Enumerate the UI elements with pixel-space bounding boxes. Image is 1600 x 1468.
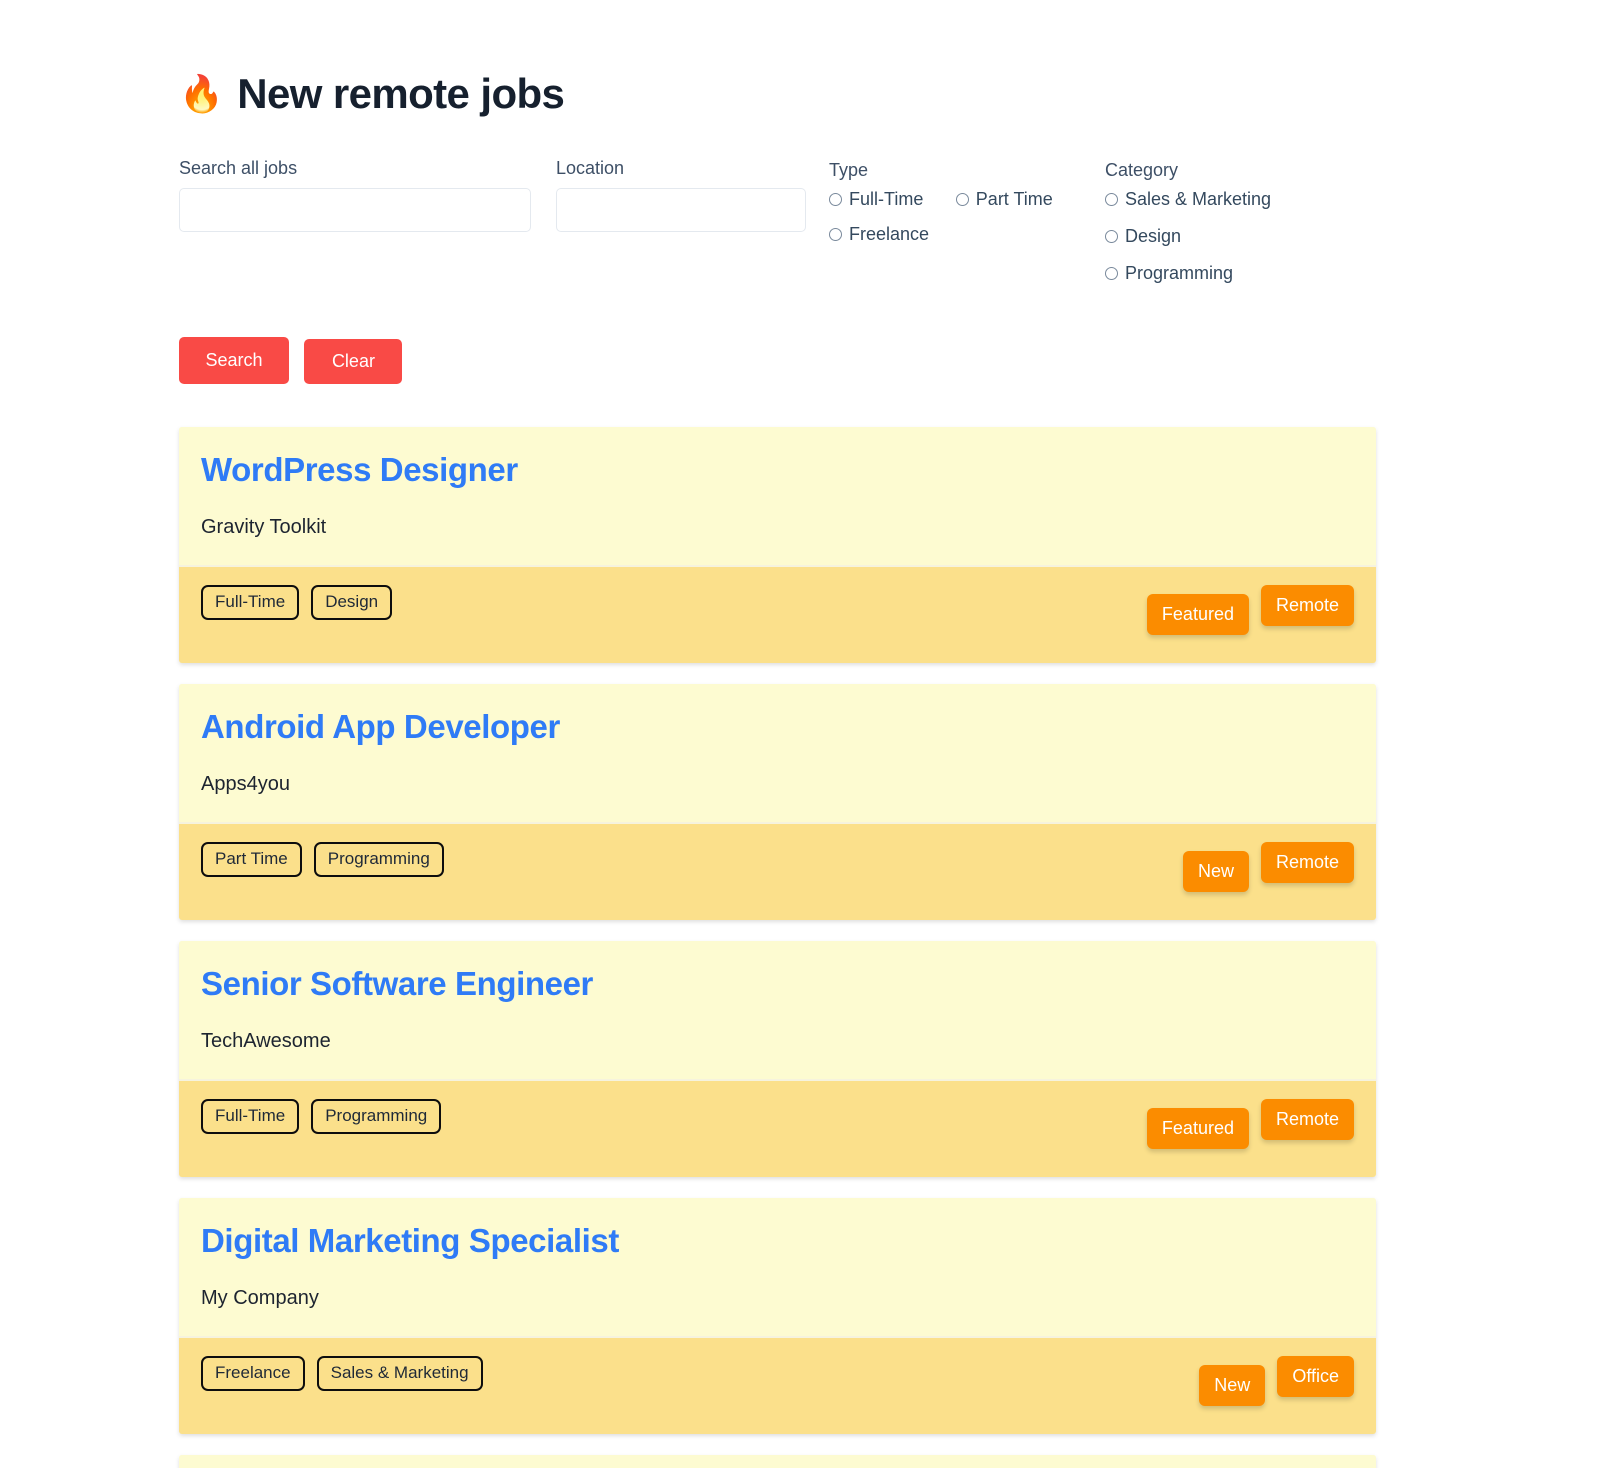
- radio-circle-icon[interactable]: [956, 193, 969, 206]
- job-card-footer: Freelance Sales & Marketing New Office: [179, 1336, 1376, 1434]
- radio-type-part-time-label: Part Time: [976, 189, 1053, 210]
- job-badge-new[interactable]: New: [1183, 851, 1249, 892]
- job-title-link[interactable]: Android App Developer: [201, 706, 1354, 747]
- radio-category-programming[interactable]: Programming: [1105, 263, 1233, 284]
- job-company: Apps4you: [201, 772, 1354, 796]
- job-card-header: Senior Software Engineer TechAwesome: [179, 941, 1376, 1079]
- page-title: 🔥 New remote jobs: [179, 70, 564, 118]
- job-card[interactable]: WordPress Designer Gravity Toolkit Full-…: [179, 427, 1376, 663]
- job-tags: Full-Time Programming: [201, 1099, 441, 1134]
- job-tag-category[interactable]: Design: [311, 585, 392, 620]
- radio-circle-icon[interactable]: [1105, 193, 1118, 206]
- type-group-label: Type: [829, 160, 1099, 181]
- radio-type-freelance-label: Freelance: [849, 224, 929, 245]
- form-actions: Search Clear: [179, 337, 402, 384]
- radio-type-freelance[interactable]: Freelance: [829, 224, 929, 245]
- fire-icon: 🔥: [179, 76, 223, 112]
- job-badge-location[interactable]: Remote: [1261, 1099, 1354, 1140]
- search-field-group: Search all jobs: [179, 158, 531, 232]
- radio-category-design[interactable]: Design: [1105, 226, 1181, 247]
- radio-circle-icon[interactable]: [829, 228, 842, 241]
- job-tag-category[interactable]: Programming: [311, 1099, 441, 1134]
- location-input-label: Location: [556, 158, 806, 179]
- job-tag-type[interactable]: Full-Time: [201, 1099, 299, 1134]
- job-tag-type[interactable]: Full-Time: [201, 585, 299, 620]
- radio-circle-icon[interactable]: [829, 193, 842, 206]
- category-options: Sales & Marketing Design Programming: [1105, 189, 1385, 284]
- type-options: Full-Time Part Time Freelance: [829, 189, 1099, 245]
- job-badge-location[interactable]: Office: [1277, 1356, 1354, 1397]
- job-badge-featured[interactable]: Featured: [1147, 1108, 1249, 1149]
- job-card-footer: Full-Time Design Featured Remote: [179, 565, 1376, 663]
- job-card[interactable]: Senior Software Engineer TechAwesome Ful…: [179, 941, 1376, 1177]
- job-tag-type[interactable]: Freelance: [201, 1356, 305, 1391]
- job-card-header: WordPress Designer Gravity Toolkit: [179, 427, 1376, 565]
- job-badge-featured[interactable]: Featured: [1147, 594, 1249, 635]
- job-results-list: WordPress Designer Gravity Toolkit Full-…: [179, 427, 1376, 1468]
- job-company: TechAwesome: [201, 1029, 1354, 1053]
- radio-circle-icon[interactable]: [1105, 267, 1118, 280]
- search-input[interactable]: [179, 188, 531, 232]
- clear-button[interactable]: Clear: [304, 339, 402, 384]
- job-tag-type[interactable]: Part Time: [201, 842, 302, 877]
- job-badges: New Office: [1199, 1356, 1354, 1406]
- radio-category-sales-marketing[interactable]: Sales & Marketing: [1105, 189, 1271, 210]
- job-card[interactable]: Android App Developer Apps4you Part Time…: [179, 684, 1376, 920]
- job-badges: Featured Remote: [1147, 1099, 1354, 1149]
- search-button[interactable]: Search: [179, 337, 289, 384]
- job-card[interactable]: Digital Marketing Specialist My Company …: [179, 1198, 1376, 1434]
- job-company: Gravity Toolkit: [201, 515, 1354, 539]
- job-tags: Full-Time Design: [201, 585, 392, 620]
- job-tag-category[interactable]: Programming: [314, 842, 444, 877]
- job-badge-location[interactable]: Remote: [1261, 842, 1354, 883]
- job-card[interactable]: Lead Developer: [179, 1455, 1376, 1468]
- type-options-row-2: Freelance: [829, 224, 1099, 245]
- radio-circle-icon[interactable]: [1105, 230, 1118, 243]
- job-company: My Company: [201, 1286, 1354, 1310]
- search-input-label: Search all jobs: [179, 158, 531, 179]
- type-options-row-1: Full-Time Part Time: [829, 189, 1099, 210]
- category-options-row-1: Sales & Marketing: [1105, 189, 1385, 210]
- job-title-link[interactable]: WordPress Designer: [201, 449, 1354, 490]
- job-badge-new[interactable]: New: [1199, 1365, 1265, 1406]
- radio-type-full-time-label: Full-Time: [849, 189, 923, 210]
- location-input[interactable]: [556, 188, 806, 232]
- job-title-link[interactable]: Digital Marketing Specialist: [201, 1220, 1354, 1261]
- job-badges: New Remote: [1183, 842, 1354, 892]
- job-badge-location[interactable]: Remote: [1261, 585, 1354, 626]
- job-tags: Freelance Sales & Marketing: [201, 1356, 483, 1391]
- job-card-header: Android App Developer Apps4you: [179, 684, 1376, 822]
- job-card-footer: Part Time Programming New Remote: [179, 822, 1376, 920]
- job-tags: Part Time Programming: [201, 842, 444, 877]
- location-field-group: Location: [556, 158, 806, 232]
- job-badges: Featured Remote: [1147, 585, 1354, 635]
- category-filter-group: Category Sales & Marketing Design: [1105, 160, 1385, 284]
- job-tag-category[interactable]: Sales & Marketing: [317, 1356, 483, 1391]
- category-group-label: Category: [1105, 160, 1385, 181]
- radio-category-programming-label: Programming: [1125, 263, 1233, 284]
- category-options-row-3: Programming: [1105, 263, 1385, 284]
- job-card-header: Lead Developer: [179, 1455, 1376, 1468]
- job-board-page: 🔥 New remote jobs Search all jobs Locati…: [0, 0, 1600, 1468]
- page-title-text: New remote jobs: [237, 70, 564, 118]
- job-title-link[interactable]: Senior Software Engineer: [201, 963, 1354, 1004]
- radio-category-design-label: Design: [1125, 226, 1181, 247]
- job-card-header: Digital Marketing Specialist My Company: [179, 1198, 1376, 1336]
- job-card-footer: Full-Time Programming Featured Remote: [179, 1079, 1376, 1177]
- radio-type-full-time[interactable]: Full-Time: [829, 189, 923, 210]
- type-filter-group: Type Full-Time Part Time Freelance: [829, 160, 1099, 255]
- category-options-row-2: Design: [1105, 226, 1385, 247]
- radio-category-sales-marketing-label: Sales & Marketing: [1125, 189, 1271, 210]
- radio-type-part-time[interactable]: Part Time: [956, 189, 1053, 210]
